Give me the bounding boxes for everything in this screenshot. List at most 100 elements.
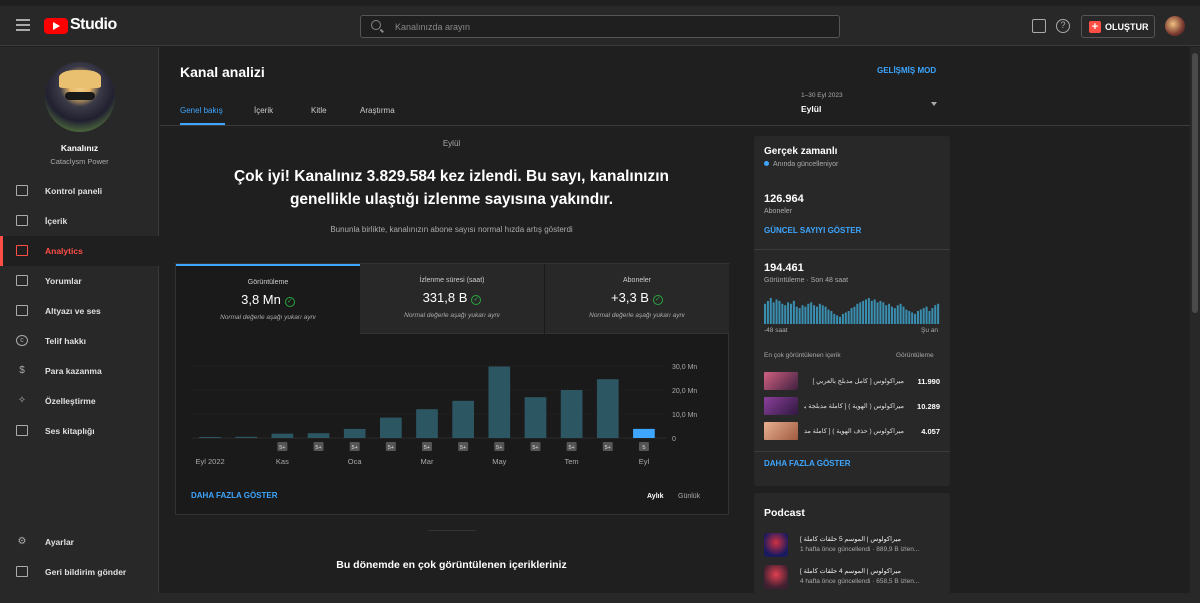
podcast-item[interactable]: ميراكولوس | الموسم 4 حلقات كاملة ] 4 haf…: [764, 565, 940, 591]
sparkline-bar: [815, 306, 818, 324]
sparkline-bar: [784, 305, 787, 324]
sparkline-bar: [931, 308, 934, 324]
tab-content[interactable]: İçerik: [254, 106, 273, 115]
sparkline-bar: [934, 305, 937, 324]
search-input[interactable]: [395, 19, 815, 35]
realtime-live: Anında güncelleniyor: [764, 161, 838, 168]
period-monthly[interactable]: Aylık: [647, 493, 663, 500]
search-box[interactable]: [360, 15, 840, 38]
metric-value: 331,8 B: [422, 290, 468, 305]
sidebar-item-audio-library[interactable]: Ses kitaplığı: [0, 416, 159, 446]
metric-tab-views[interactable]: Görüntüleme 3,8 Mn ✓ Normal değerle aşağı…: [176, 264, 360, 334]
dashboard-icon: [16, 185, 28, 196]
sparkline-bar: [870, 300, 873, 324]
tab-overview[interactable]: Genel bakış: [180, 106, 223, 115]
video-title: ميراكولوس ( الهوية ) [ كاملة مدبلجة بالع…: [804, 403, 904, 410]
sidebar-item-copyright[interactable]: c Telif hakkı: [0, 326, 159, 356]
metric-tab-watchtime[interactable]: İzlenme süresi (saat) 331,8 B ✓ Normal de…: [360, 264, 544, 334]
tab-research[interactable]: Araştırma: [360, 106, 395, 115]
channel-avatar[interactable]: [45, 62, 115, 132]
top-content-row[interactable]: ميراكولوس [ كامل مدبلج بالعربي ] 11.990: [764, 372, 940, 392]
sparkline-bar: [896, 305, 899, 324]
chart-bar: [199, 437, 221, 438]
milestone-marker-label: 5+: [568, 445, 574, 451]
sidebar-item-label: Para kazanma: [45, 366, 102, 376]
sidebar-item-comments[interactable]: Yorumlar: [0, 266, 159, 296]
sparkline-bar: [844, 312, 847, 324]
sidebar: Kanalınız Cataclysm Power Kontrol paneli…: [0, 47, 159, 593]
sparkline-bar: [928, 311, 931, 324]
metric-tab-subscribers[interactable]: Aboneler +3,3 B ✓ Normal değerle aşağı yu…: [545, 264, 729, 334]
audio-library-icon: [16, 425, 28, 436]
chart-bar: [416, 409, 438, 438]
sparkline-bar: [908, 311, 911, 324]
show-current-count-link[interactable]: GÜNCEL SAYIYI GÖSTER: [764, 226, 861, 235]
views-bar-chart: 30,0 Mn 20,0 Mn 10,0 Mn 0 5+ 5+ 5+ 5+ 5+ 5+ 5+ 5+ 5+…: [192, 364, 697, 466]
channel-name: Kanalınız: [60, 143, 99, 153]
sidebar-item-content[interactable]: İçerik: [0, 206, 159, 236]
sidebar-item-monetization[interactable]: $ Para kazanma: [0, 356, 159, 386]
metric-note: Normal değerle aşağı yukarı aynı: [404, 312, 500, 319]
top-content-row[interactable]: ميراكولوس ( الهوية ) [ كاملة مدبلجة بالع…: [764, 397, 940, 417]
sparkline-bar: [813, 305, 816, 324]
period-daily[interactable]: Günlük: [678, 493, 700, 500]
messages-icon[interactable]: [1032, 19, 1046, 33]
show-more-link[interactable]: DAHA FAZLA GÖSTER: [191, 491, 278, 500]
create-button[interactable]: + OLUŞTUR: [1081, 15, 1155, 38]
metric-title: İzlenme süresi (saat): [419, 277, 485, 284]
sparkline-bar: [879, 300, 882, 324]
milestone-marker-label: 5+: [424, 445, 430, 451]
x-tick-label: Oca: [348, 457, 363, 466]
help-icon[interactable]: ?: [1056, 19, 1070, 33]
top-content-heading: Bu dönemde en çok görüntülenen içerikler…: [336, 559, 567, 571]
chart-bar: [524, 397, 547, 438]
sidebar-item-label: Ses kitaplığı: [45, 426, 95, 436]
sidebar-item-label: İçerik: [45, 216, 68, 226]
sparkline-bar: [810, 302, 813, 324]
comments-icon: [16, 275, 28, 286]
sparkline-bar: [772, 302, 775, 324]
sparkline-bar: [856, 303, 859, 324]
advanced-mode-link[interactable]: GELİŞMİŞ MOD: [877, 66, 936, 75]
sparkline-bar: [902, 306, 905, 324]
chart-bar: [596, 379, 619, 438]
metric-value-wrap: +3,3 B ✓: [545, 290, 729, 305]
copyright-icon: c: [16, 335, 28, 346]
sparkline-bar: [827, 309, 830, 324]
sidebar-item-feedback[interactable]: Geri bildirim gönder: [0, 557, 159, 587]
y-tick-label: 0: [672, 436, 676, 443]
realtime-show-more-link[interactable]: DAHA FAZLA GÖSTER: [764, 459, 851, 468]
sparkline-bar: [905, 309, 908, 324]
views-48h-count: 194.461: [764, 262, 804, 274]
sparkline-bar: [893, 308, 896, 324]
sidebar-item-subtitles[interactable]: Altyazı ve ses: [0, 296, 159, 326]
x-tick-label: Eyl: [639, 457, 650, 466]
podcast-item-title: ميراكولوس | الموسم 4 حلقات كاملة ]: [800, 568, 901, 575]
top-content-row[interactable]: ميراكولوس ( حذف الهوية ) [ كاملة مدبلجة …: [764, 422, 940, 442]
account-avatar[interactable]: [1165, 16, 1185, 36]
sparkline-bar: [925, 306, 928, 324]
sparkline-bar: [792, 300, 795, 324]
sidebar-item-label: Ayarlar: [45, 537, 74, 547]
check-icon: ✓: [284, 297, 295, 307]
studio-logo-text[interactable]: Studio: [70, 16, 117, 34]
youtube-logo-icon[interactable]: [44, 18, 68, 34]
podcast-item[interactable]: ميراكولوس | الموسم 5 حلقات كاملة ] 1 haf…: [764, 533, 940, 559]
chart-bar: [488, 366, 511, 438]
tab-audience[interactable]: Kitle: [311, 106, 327, 115]
video-thumbnail: [764, 372, 798, 390]
sparkline-bar: [911, 312, 914, 324]
scrollbar-thumb[interactable]: [1192, 53, 1198, 313]
menu-icon[interactable]: [16, 19, 30, 31]
scrollbar[interactable]: [1190, 47, 1200, 593]
sparkline-bar: [824, 306, 827, 324]
sparkline-bar: [859, 302, 862, 324]
milestone-marker-label: 5+: [388, 445, 394, 451]
sparkline-bar: [888, 303, 891, 324]
sidebar-item-label: Altyazı ve ses: [45, 306, 101, 316]
sidebar-item-analytics[interactable]: Analytics: [0, 236, 159, 266]
sidebar-item-customization[interactable]: ✧ Özelleştirme: [0, 386, 159, 416]
sparkline-bar: [841, 313, 844, 324]
sidebar-item-settings[interactable]: ⚙ Ayarlar: [0, 527, 159, 557]
sidebar-item-dashboard[interactable]: Kontrol paneli: [0, 176, 159, 206]
